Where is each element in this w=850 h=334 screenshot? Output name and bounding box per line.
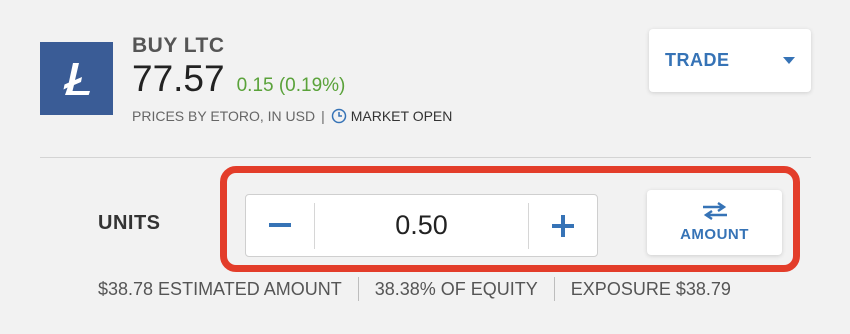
swap-arrows-icon <box>702 202 727 220</box>
market-status: MARKET OPEN <box>350 108 453 124</box>
plus-icon <box>552 214 574 237</box>
units-label: UNITS <box>98 212 161 234</box>
summary-divider <box>553 277 555 301</box>
equity-percentage: 38.38% OF EQUITY <box>374 278 538 299</box>
meta-separator: | <box>321 108 325 124</box>
price-row: 77.57 0.15 (0.19%) <box>132 58 345 100</box>
litecoin-logo <box>40 42 113 115</box>
clock-icon <box>331 108 347 124</box>
section-divider <box>40 157 811 158</box>
trade-dropdown-button[interactable]: TRADE <box>649 29 811 92</box>
trade-button-label: TRADE <box>665 50 730 70</box>
price-meta: PRICES BY ETORO, IN USD | MARKET OPEN <box>132 108 452 124</box>
estimated-amount: $38.78 ESTIMATED AMOUNT <box>98 278 342 299</box>
current-price: 77.57 <box>132 58 225 99</box>
units-stepper[interactable]: 0.50 <box>245 194 598 257</box>
summary-divider <box>357 277 359 301</box>
amount-toggle-label: AMOUNT <box>680 226 749 243</box>
minus-icon <box>269 222 291 227</box>
page-title: BUY LTC <box>132 34 225 57</box>
order-summary: $38.78 ESTIMATED AMOUNT 38.38% OF EQUITY… <box>98 276 731 302</box>
price-change: 0.15 (0.19%) <box>236 75 346 96</box>
amount-toggle-button[interactable]: AMOUNT <box>647 190 782 255</box>
exposure-value: EXPOSURE $38.79 <box>570 278 731 299</box>
increment-button[interactable] <box>529 195 597 256</box>
caret-down-icon <box>783 56 795 64</box>
units-input[interactable]: 0.50 <box>315 210 528 241</box>
prices-source: PRICES BY ETORO, IN USD <box>132 108 316 124</box>
decrement-button[interactable] <box>246 195 314 256</box>
litecoin-icon <box>63 62 90 95</box>
